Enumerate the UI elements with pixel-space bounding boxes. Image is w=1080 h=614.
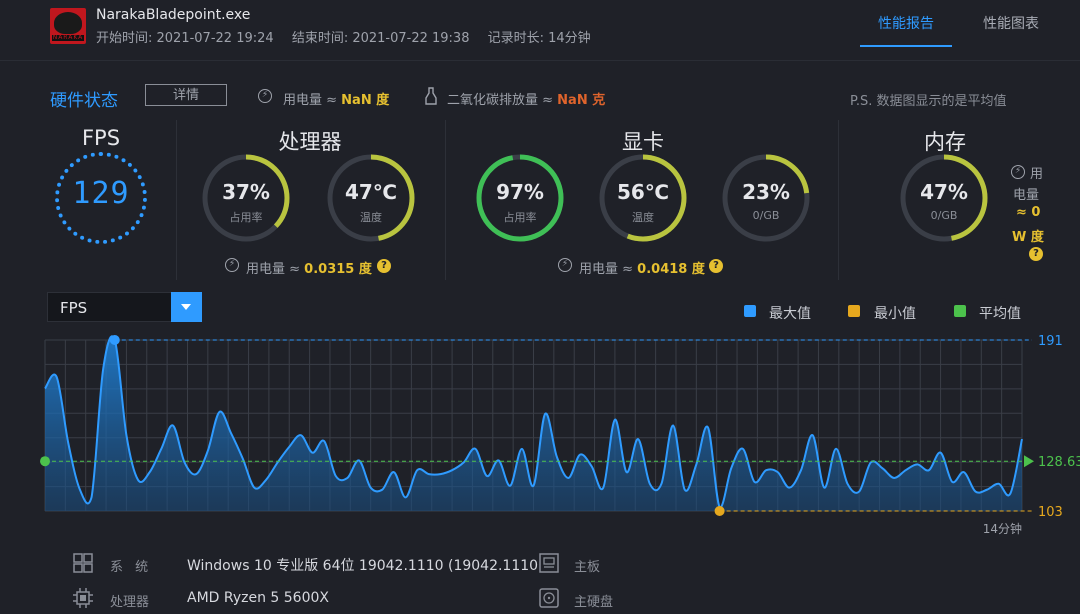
legend-swatch-min — [848, 305, 860, 317]
gpu-temp-label: 温度 — [632, 211, 654, 224]
memory-power-line2: 电量 — [1013, 188, 1040, 203]
legend-label-avg: 平均值 — [979, 306, 1021, 322]
section-divider — [445, 120, 446, 280]
cpu-temp-value: 47℃ — [344, 180, 398, 204]
memory-power-line1: 用 — [1030, 167, 1044, 182]
power-icon: ⚡ — [1011, 165, 1025, 179]
legend-label-max: 最大值 — [769, 306, 811, 322]
tab-performance-chart[interactable]: 性能图表 — [983, 13, 1039, 33]
gpu-memory-value: 23% — [742, 180, 790, 204]
power-icon: ⚡ — [258, 89, 272, 103]
memory-usage-value: 47% — [920, 180, 968, 204]
help-icon[interactable]: ? — [709, 259, 723, 273]
gpu-usage-label: 占用率 — [503, 211, 537, 224]
help-icon[interactable]: ? — [377, 259, 391, 273]
fps-area-chart: 191 128.63 103 14分钟 — [40, 334, 1080, 536]
memory-power-line3: ≈ 0 — [1016, 205, 1041, 220]
ps-note: P.S. 数据图显示的是平均值 — [850, 94, 1007, 109]
avg-arrow-icon — [1024, 455, 1034, 468]
cpu-power: 用电量 ≈ 0.0315 度 — [246, 262, 372, 277]
memory-power-line4: W 度 — [1012, 230, 1044, 245]
legend-label-min: 最小值 — [874, 306, 916, 322]
system-label: 系 统 — [110, 560, 153, 575]
metric-select-value: FPS — [60, 299, 88, 317]
details-button[interactable]: 详情 — [145, 84, 227, 106]
system-icon — [73, 553, 93, 573]
processor-value: AMD Ryzen 5 5600X — [187, 590, 329, 606]
cpu-usage-label: 占用率 — [229, 211, 263, 224]
active-tab-indicator — [860, 45, 952, 47]
memory-usage-label: 0/GB — [930, 209, 958, 222]
record-duration: 记录时长: 14分钟 — [487, 31, 591, 46]
app-name: NarakaBladepoint.exe — [96, 7, 251, 23]
power-icon: ⚡ — [225, 258, 239, 272]
section-divider — [838, 120, 839, 280]
hardware-status-title: 硬件状态 — [50, 91, 118, 111]
dropdown-arrow-button[interactable] — [171, 292, 202, 322]
processor-label: 处理器 — [110, 595, 150, 610]
motherboard-icon — [539, 553, 559, 573]
system-value: Windows 10 专业版 64位 19042.1110 (19042.111… — [187, 558, 539, 574]
fps-title: FPS — [81, 126, 121, 150]
chevron-down-icon — [181, 304, 191, 310]
x-axis-end-label: 14分钟 — [983, 521, 1022, 536]
legend-swatch-avg — [954, 305, 966, 317]
end-time: 结束时间: 2021-07-22 19:38 — [291, 31, 470, 46]
fps-value: 129 — [72, 176, 130, 211]
gpu-power: 用电量 ≈ 0.0418 度 — [579, 262, 705, 277]
avg-marker — [40, 456, 50, 467]
app-icon: NARAKA — [50, 8, 86, 44]
avg-value-label: 128.63 — [1038, 455, 1080, 470]
co2-icon — [425, 87, 437, 105]
start-time: 开始时间: 2021-07-22 19:24 — [96, 31, 274, 46]
legend-swatch-max — [744, 305, 756, 317]
session-times: 开始时间: 2021-07-22 19:24 结束时间: 2021-07-22 … — [96, 27, 605, 46]
cpu-temp-label: 温度 — [360, 211, 382, 224]
max-marker — [109, 335, 120, 345]
gpu-usage-value: 97% — [496, 180, 544, 204]
tab-performance-report[interactable]: 性能报告 — [878, 13, 934, 33]
min-value-label: 103 — [1038, 505, 1063, 520]
power-icon: ⚡ — [558, 258, 572, 272]
co2-emission: 二氧化碳排放量 ≈ NaN 克 — [447, 93, 606, 108]
total-power: 用电量 ≈ NaN 度 — [283, 93, 390, 108]
main-disk-label: 主硬盘 — [574, 595, 614, 610]
gpu-temp-value: 56℃ — [616, 180, 670, 204]
max-value-label: 191 — [1038, 334, 1063, 349]
cpu-usage-value: 37% — [222, 180, 270, 204]
gpu-memory-label: 0/GB — [752, 209, 780, 222]
help-icon[interactable]: ? — [1029, 247, 1043, 261]
motherboard-label: 主板 — [574, 560, 601, 575]
cpu-chip-icon — [73, 588, 93, 608]
min-marker — [714, 506, 725, 516]
hard-disk-icon — [539, 588, 559, 608]
section-divider — [176, 120, 177, 280]
header-divider — [0, 60, 1080, 61]
